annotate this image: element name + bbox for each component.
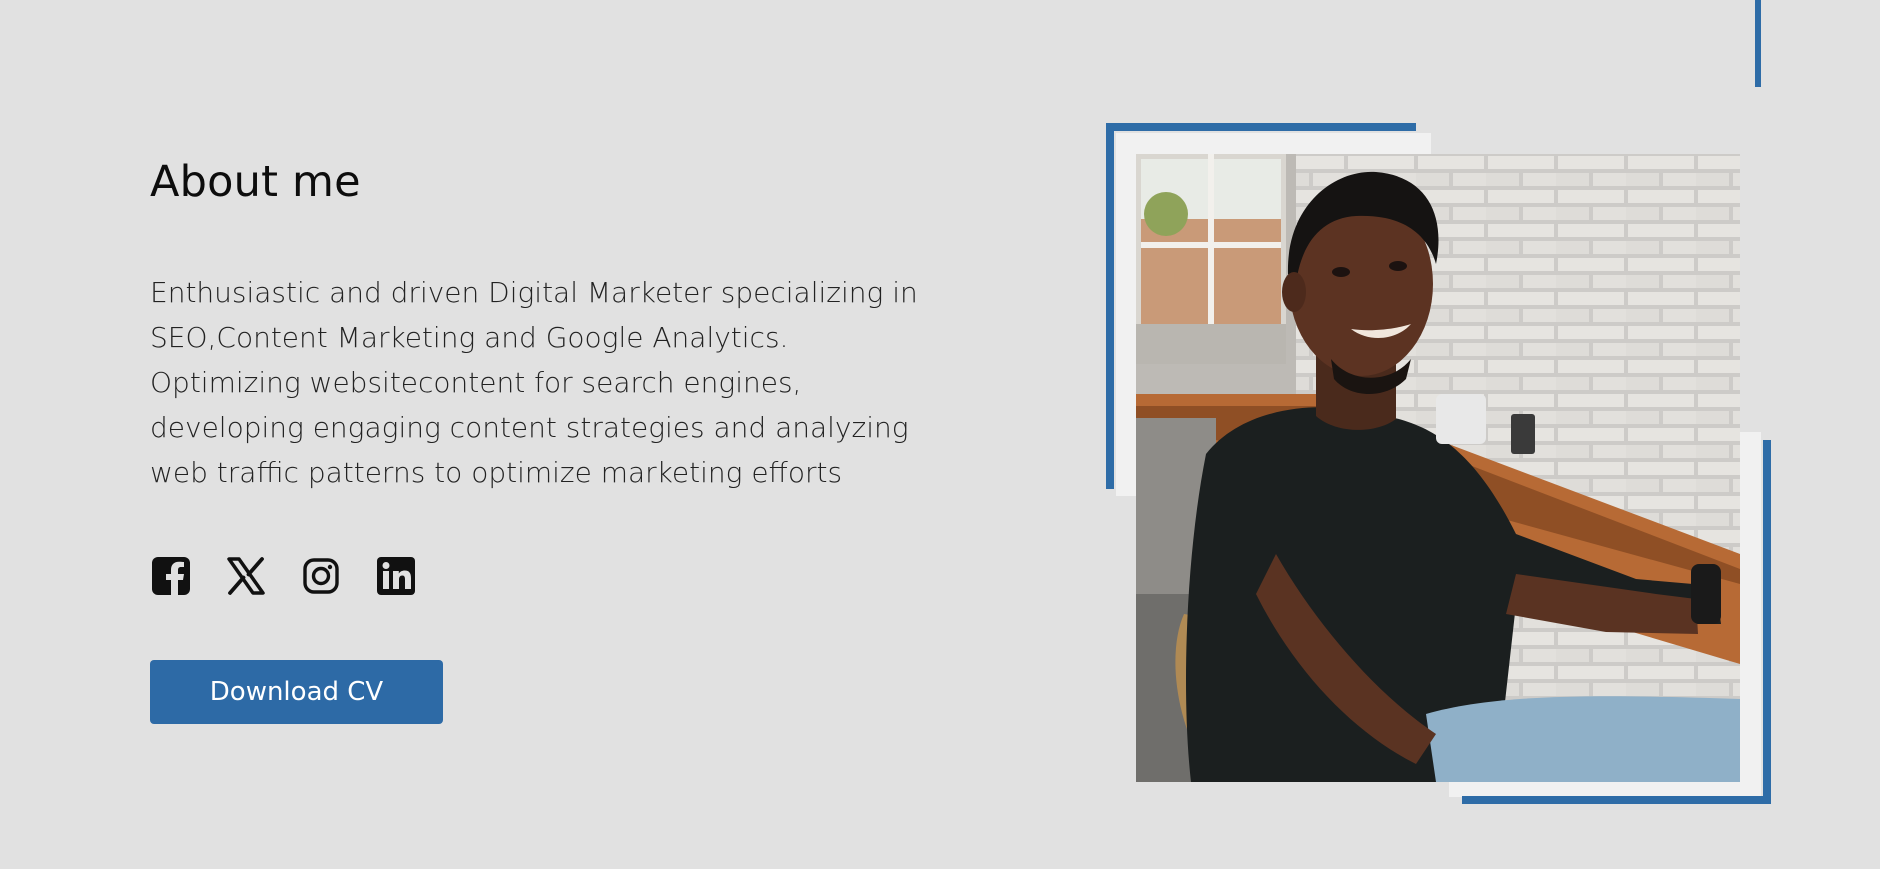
- profile-photo: [1136, 154, 1740, 782]
- social-links: [150, 555, 417, 597]
- download-cv-button[interactable]: Download CV: [150, 660, 443, 724]
- facebook-icon: [152, 557, 190, 595]
- linkedin-icon: [377, 557, 415, 595]
- facebook-link[interactable]: [150, 555, 192, 597]
- about-section: About me Enthusiastic and driven Digital…: [150, 152, 950, 489]
- about-description: Enthusiastic and driven Digital Marketer…: [150, 276, 918, 489]
- x-twitter-icon: [227, 557, 265, 595]
- about-title: About me: [150, 157, 361, 207]
- linkedin-link[interactable]: [375, 555, 417, 597]
- instagram-icon: [303, 558, 339, 594]
- decorative-accent-bar: [1755, 0, 1761, 87]
- x-twitter-link[interactable]: [225, 555, 267, 597]
- profile-photo-illustration: [1136, 154, 1740, 782]
- instagram-link[interactable]: [300, 555, 342, 597]
